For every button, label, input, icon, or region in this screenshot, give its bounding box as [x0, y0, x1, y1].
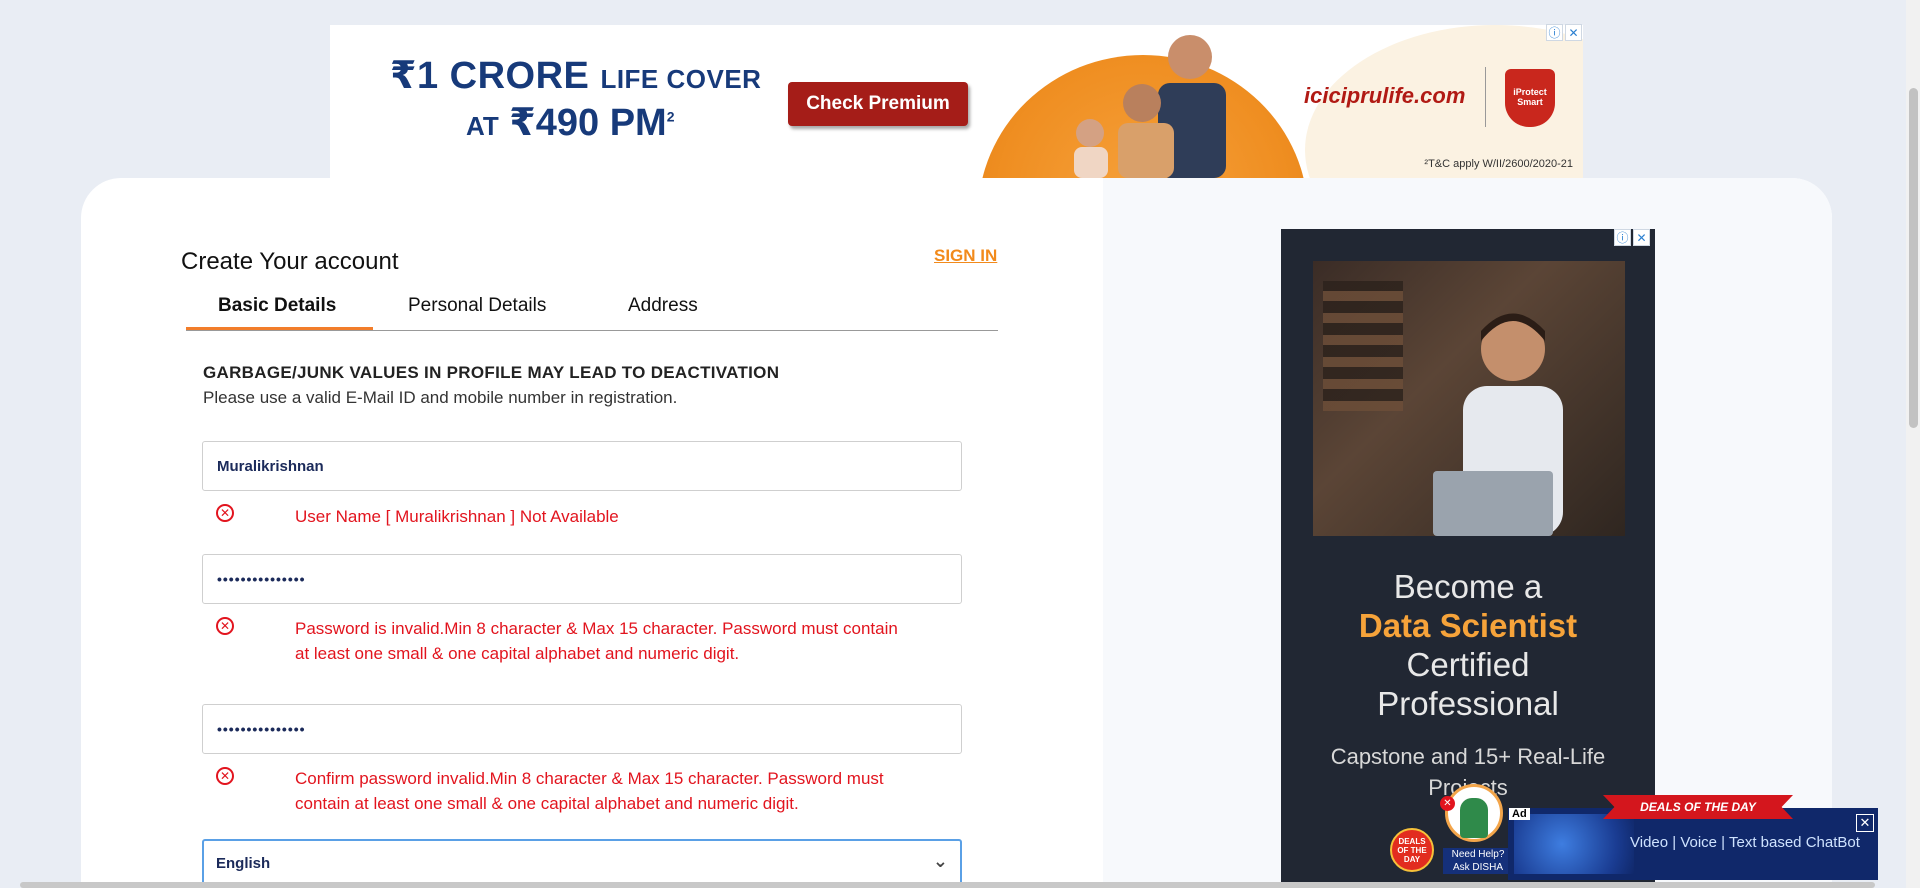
confirm-password-input[interactable]: ••••••••••••••• [202, 704, 962, 754]
sign-in-link[interactable]: SIGN IN [934, 246, 997, 266]
ad-info-icon[interactable]: ⓘ [1546, 24, 1563, 41]
ad-photo [1313, 261, 1625, 536]
disha-label: Need Help? Ask DISHA [1443, 848, 1513, 874]
deals-ribbon: DEALS OF THE DAY [1603, 795, 1793, 819]
language-select[interactable]: English ⌄ [202, 839, 962, 887]
ad-brand: iciciprulife.com [1304, 83, 1466, 108]
disha-close-icon[interactable]: ✕ [1440, 796, 1455, 811]
ad-headline: ₹1 CRORE LIFE COVER AT ₹490 PM2 [390, 55, 762, 144]
password-input[interactable]: ••••••••••••••• [202, 554, 962, 604]
warning-subtitle: Please use a valid E-Mail ID and mobile … [203, 388, 678, 407]
ad-line-1: Become a [1393, 568, 1543, 605]
robot-icon [1514, 814, 1634, 874]
page-title: Create Your account [181, 248, 399, 275]
ad-close-icon[interactable]: ✕ [1633, 229, 1650, 246]
ad-close-icon[interactable]: ✕ [1565, 24, 1582, 41]
error-icon: ✕ [216, 504, 234, 522]
ad-divider [1485, 67, 1486, 127]
ad-photo-shelf [1323, 281, 1403, 411]
active-tab-indicator [186, 327, 373, 330]
ad-family-image [1074, 35, 1226, 178]
ad-photo-person [1433, 313, 1563, 536]
disha-figure [1460, 798, 1488, 838]
ad-line-3: Certified [1406, 646, 1530, 683]
close-icon[interactable]: ✕ [1856, 814, 1874, 832]
side-ad-controls: ⓘ ✕ [1614, 229, 1650, 246]
horizontal-scrollbar[interactable] [20, 882, 1875, 888]
confirm-password-error: Confirm password invalid.Min 8 character… [295, 769, 884, 813]
top-ad-controls: ⓘ ✕ [1546, 24, 1582, 41]
password-error: Password is invalid.Min 8 character & Ma… [295, 619, 898, 663]
form-tabs: Basic Details Personal Details Address [186, 293, 998, 331]
ad-shield-logo: iProtect Smart [1505, 69, 1555, 127]
ad-disclaimer: ²T&C apply W/II/2600/2020-21 [1424, 158, 1573, 170]
chatbot-text: Video | Voice | Text based ChatBot [1630, 834, 1860, 851]
warning-title: GARBAGE/JUNK VALUES IN PROFILE MAY LEAD … [203, 363, 780, 382]
username-error: User Name [ Muralikrishnan ] Not Availab… [295, 507, 619, 526]
vertical-scrollbar[interactable] [1906, 0, 1920, 888]
ad-info-icon[interactable]: ⓘ [1614, 229, 1631, 246]
top-banner-ad[interactable]: ₹1 CRORE LIFE COVER AT ₹490 PM2 Check Pr… [330, 25, 1583, 178]
tab-personal-details[interactable]: Personal Details [408, 295, 546, 317]
check-premium-button[interactable]: Check Premium [788, 82, 968, 126]
ad-tag: Ad [1509, 808, 1530, 820]
ad-line-2: Data Scientist [1358, 607, 1578, 644]
ad-line-4: Professional [1377, 685, 1559, 722]
username-input[interactable]: Muralikrishnan [202, 441, 962, 491]
language-select-value: English [216, 854, 271, 872]
error-icon: ✕ [216, 767, 234, 785]
tab-basic-details[interactable]: Basic Details [218, 295, 336, 317]
deals-badge[interactable]: DEALS OF THE DAY [1390, 828, 1434, 872]
error-icon: ✕ [216, 617, 234, 635]
scrollbar-thumb[interactable] [1909, 88, 1918, 428]
disha-assistant[interactable]: ✕ Need Help? Ask DISHA [1440, 780, 1513, 880]
tab-address[interactable]: Address [628, 295, 698, 317]
chevron-down-icon: ⌄ [932, 851, 948, 871]
